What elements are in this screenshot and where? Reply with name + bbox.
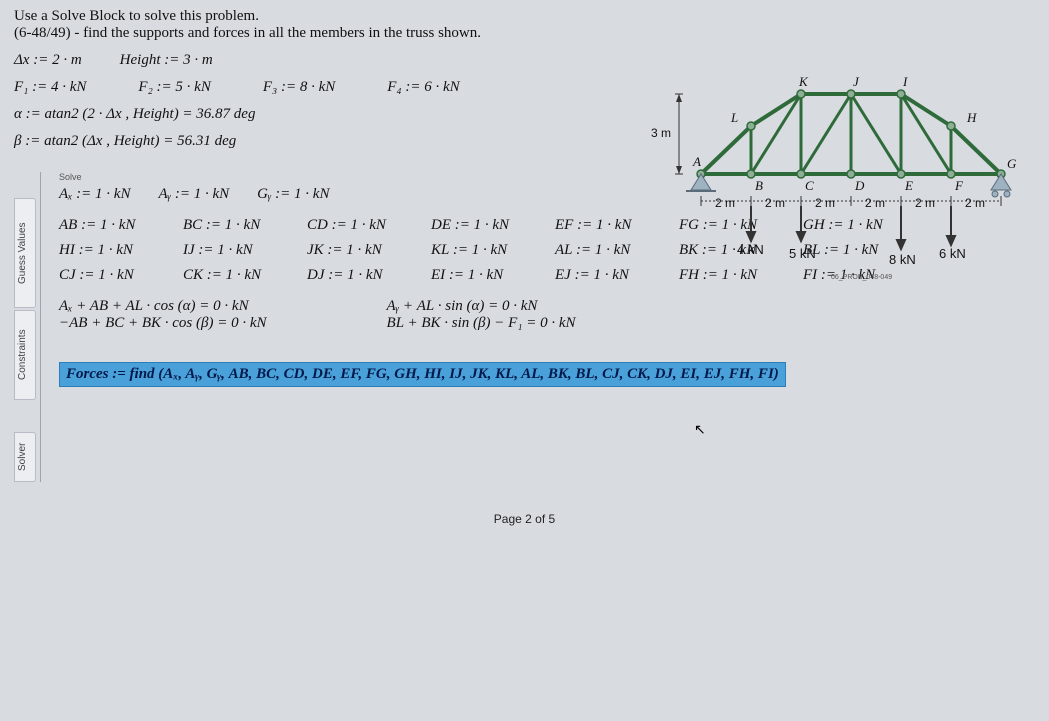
truss-svg: [631, 56, 1031, 296]
m-ab: AB := 1 · kN: [59, 217, 155, 234]
dim-w1: 2 m: [715, 196, 735, 210]
node-l: L: [731, 110, 738, 126]
solve-block-tabs: Guess Values Constraints Solver: [14, 172, 36, 482]
figure-ref: 06_PROB_048-049: [831, 274, 892, 281]
dim-w5: 2 m: [915, 196, 935, 210]
m-jk: JK := 1 · kN: [307, 242, 403, 259]
def-f4: F₄ := 6 · kN: [387, 79, 459, 96]
truss-figure: 3 m A B C D E F G H I J K L 2 m 2 m 2 m …: [631, 56, 1031, 296]
problem-description: (6-48/49) - find the supports and forces…: [14, 25, 1035, 42]
m-cj: CJ := 1 · kN: [59, 267, 155, 284]
load-c: 5 kN: [789, 246, 816, 261]
def-f1: F₁ := 4 · kN: [14, 79, 86, 96]
constraints-col-1: Aₓ + AB + AL · cos (α) = 0 · kN −AB + BC…: [59, 298, 267, 332]
node-b: B: [755, 178, 763, 194]
eq-c2b: BL + BK · sin (β) − F₁ = 0 · kN: [387, 315, 576, 332]
m-dj: DJ := 1 · kN: [307, 267, 403, 284]
node-i: I: [903, 74, 907, 90]
load-f: 6 kN: [939, 246, 966, 261]
tab-guess-values[interactable]: Guess Values: [14, 198, 36, 308]
m-de: DE := 1 · kN: [431, 217, 527, 234]
load-e: 8 kN: [889, 252, 916, 267]
dim-w6: 2 m: [965, 196, 985, 210]
tab-solver[interactable]: Solver: [14, 432, 36, 482]
m-ck: CK := 1 · kN: [183, 267, 279, 284]
dim-height: 3 m: [651, 126, 671, 140]
def-height: Height := 3 · m: [120, 52, 213, 69]
constraints-col-2: Aᵧ + AL · sin (α) = 0 · kN BL + BK · sin…: [387, 298, 576, 332]
problem-title: Use a Solve Block to solve this problem.: [14, 8, 1035, 25]
dim-w2: 2 m: [765, 196, 785, 210]
problem-header: Use a Solve Block to solve this problem.…: [14, 8, 1035, 42]
node-e: E: [905, 178, 913, 194]
guess-ax: Aₓ := 1 · kN: [59, 186, 130, 203]
node-a: A: [693, 154, 701, 170]
m-bc: BC := 1 · kN: [183, 217, 279, 234]
def-dx: Δx := 2 · m: [14, 52, 82, 69]
node-k: K: [799, 74, 808, 90]
node-f: F: [955, 178, 963, 194]
tab-constraints[interactable]: Constraints: [14, 310, 36, 400]
solver-row: Forces := find (Aₓ, Aᵧ, Gᵧ, AB, BC, CD, …: [59, 362, 1035, 387]
load-b: 4 kN: [737, 242, 764, 257]
guess-ay: Aᵧ := 1 · kN: [158, 186, 229, 203]
dim-w4: 2 m: [865, 196, 885, 210]
node-g: G: [1007, 156, 1016, 172]
node-h: H: [967, 110, 976, 126]
m-cd: CD := 1 · kN: [307, 217, 403, 234]
cursor-icon: ↖: [694, 422, 706, 439]
page-footer: Page 2 of 5: [14, 512, 1035, 526]
dim-w3: 2 m: [815, 196, 835, 210]
eq-c1b: −AB + BC + BK · cos (β) = 0 · kN: [59, 315, 267, 332]
m-ei: EI := 1 · kN: [431, 267, 527, 284]
def-f2: F₂ := 5 · kN: [138, 79, 210, 96]
m-kl: KL := 1 · kN: [431, 242, 527, 259]
forces-find[interactable]: Forces := find (Aₓ, Aᵧ, Gᵧ, AB, BC, CD, …: [59, 362, 786, 387]
eq-c1a: Aₓ + AB + AL · cos (α) = 0 · kN: [59, 298, 267, 315]
constraints-block: Aₓ + AB + AL · cos (α) = 0 · kN −AB + BC…: [59, 298, 1035, 332]
node-c: C: [805, 178, 814, 194]
node-d: D: [855, 178, 864, 194]
guess-gy: Gᵧ := 1 · kN: [257, 186, 329, 203]
def-f3: F₃ := 8 · kN: [263, 79, 335, 96]
m-hi: HI := 1 · kN: [59, 242, 155, 259]
eq-c2a: Aᵧ + AL · sin (α) = 0 · kN: [387, 298, 576, 315]
node-j: J: [853, 74, 859, 90]
m-ij: IJ := 1 · kN: [183, 242, 279, 259]
